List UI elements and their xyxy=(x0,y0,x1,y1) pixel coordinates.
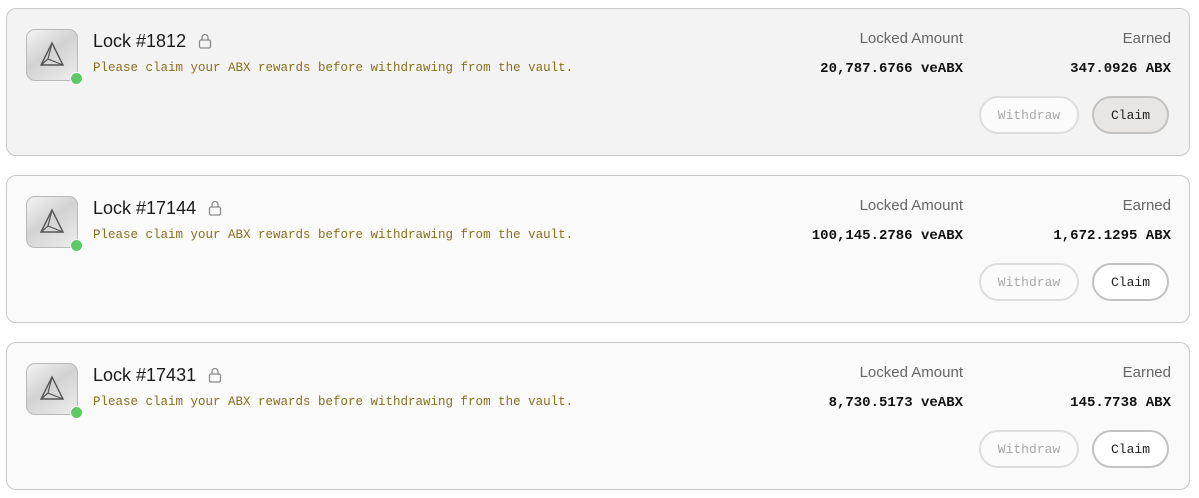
locked-amount-label: Locked Amount xyxy=(859,30,963,47)
status-dot xyxy=(70,239,83,252)
abx-token-icon xyxy=(26,363,78,415)
lock-title-row: Lock #17144 xyxy=(93,196,222,220)
withdraw-button[interactable]: Withdraw xyxy=(979,430,1079,468)
lock-title-row: Lock #17431 xyxy=(93,363,222,387)
status-dot xyxy=(70,406,83,419)
earned-column: Earned 1,672.1295 ABX xyxy=(1001,196,1171,244)
locked-amount-column: Locked Amount 8,730.5173 veABX xyxy=(793,363,963,411)
claim-button[interactable]: Claim xyxy=(1092,430,1169,468)
claim-notice: Please claim your ABX rewards before wit… xyxy=(93,61,574,75)
earned-label: Earned xyxy=(1122,30,1171,47)
locked-amount-label: Locked Amount xyxy=(859,197,963,214)
earned-value: 347.0926 ABX xyxy=(1070,61,1171,77)
locked-amount-value: 20,787.6766 veABX xyxy=(820,61,963,77)
lock-icon xyxy=(208,367,222,383)
locked-amount-value: 100,145.2786 veABX xyxy=(811,228,963,244)
earned-value: 145.7738 ABX xyxy=(1070,395,1171,411)
withdraw-button[interactable]: Withdraw xyxy=(979,96,1079,134)
lock-card: Lock #17144 Please claim your ABX reward… xyxy=(6,175,1190,323)
earned-column: Earned 145.7738 ABX xyxy=(1001,363,1171,411)
lock-card: Lock #1812 Please claim your ABX rewards… xyxy=(6,8,1190,156)
locked-amount-column: Locked Amount 20,787.6766 veABX xyxy=(793,29,963,77)
earned-value: 1,672.1295 ABX xyxy=(1053,228,1171,244)
claim-notice: Please claim your ABX rewards before wit… xyxy=(93,228,574,242)
lock-title: Lock #17144 xyxy=(93,197,197,218)
lock-card: Lock #17431 Please claim your ABX reward… xyxy=(6,342,1190,490)
abx-token-icon xyxy=(26,196,78,248)
claim-notice: Please claim your ABX rewards before wit… xyxy=(93,395,574,409)
claim-button[interactable]: Claim xyxy=(1092,263,1169,301)
locked-amount-value: 8,730.5173 veABX xyxy=(828,395,963,411)
lock-title: Lock #1812 xyxy=(93,30,187,51)
lock-icon xyxy=(198,33,212,49)
lock-title: Lock #17431 xyxy=(93,364,197,385)
earned-label: Earned xyxy=(1122,197,1171,214)
claim-button[interactable]: Claim xyxy=(1092,96,1169,134)
locked-amount-label: Locked Amount xyxy=(859,364,963,381)
status-dot xyxy=(70,72,83,85)
locked-amount-column: Locked Amount 100,145.2786 veABX xyxy=(793,196,963,244)
lock-list: Lock #1812 Please claim your ABX rewards… xyxy=(0,0,1199,498)
withdraw-button[interactable]: Withdraw xyxy=(979,263,1079,301)
lock-title-row: Lock #1812 xyxy=(93,29,212,53)
abx-token-icon xyxy=(26,29,78,81)
earned-column: Earned 347.0926 ABX xyxy=(1001,29,1171,77)
earned-label: Earned xyxy=(1122,364,1171,381)
lock-icon xyxy=(208,200,222,216)
